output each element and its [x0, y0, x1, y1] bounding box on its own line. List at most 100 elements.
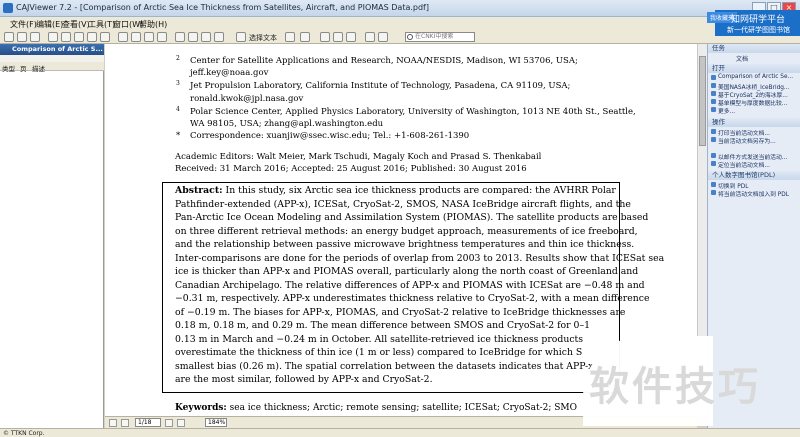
- page-number-field[interactable]: 1/18: [135, 418, 161, 427]
- select-text-label[interactable]: 选择文本: [249, 33, 277, 43]
- pdl-icon: [711, 182, 716, 187]
- bookmark-icon[interactable]: [378, 32, 388, 42]
- abstract-line: Canadian Archipelago. The relative diffe…: [175, 279, 645, 291]
- prev-page-button[interactable]: [121, 419, 129, 427]
- left-panel: Comparison of Arctic S... 类型 页 描述: [0, 44, 104, 428]
- affiliation-line: WA 98105, USA; zhang@apl.washington.edu: [190, 119, 384, 129]
- rotate-icon[interactable]: [175, 32, 185, 42]
- locate-document-link[interactable]: 定位当前活动文档...: [718, 160, 770, 169]
- add-pdl-icon: [711, 190, 716, 195]
- abstract-line: on three different retrieval methods: an…: [175, 225, 638, 237]
- abstract-line: of −0.19 m. The biases for APP-x, PIOMAS…: [175, 306, 626, 318]
- folder-icon: [711, 107, 716, 112]
- header-page[interactable]: 页: [20, 63, 27, 73]
- watermark-text: 软件技巧: [589, 364, 761, 410]
- affiliation-number: 4: [176, 106, 180, 113]
- received-dates: Received: 31 March 2016; Accepted: 25 Au…: [175, 164, 527, 174]
- last-page-button[interactable]: [177, 419, 185, 427]
- note-icon[interactable]: [214, 32, 224, 42]
- next-page-icon[interactable]: [144, 32, 154, 42]
- abstract-line: 0.13 m in March and −0.24 m in October. …: [175, 333, 584, 345]
- abstract-line: Abstract: In this study, six Arctic sea …: [175, 185, 616, 196]
- menu-tools[interactable]: 工具(T): [88, 19, 115, 30]
- prev-page-icon[interactable]: [131, 32, 141, 42]
- print-icon: [711, 129, 716, 134]
- title-bar: CAJViewer 7.2 - [Comparison of Arctic Se…: [0, 0, 800, 17]
- menu-edit[interactable]: 编辑(E): [36, 19, 63, 30]
- left-panel-toolbar: [0, 55, 104, 62]
- next-page-button[interactable]: [165, 419, 173, 427]
- first-page-icon[interactable]: [118, 32, 128, 42]
- fit-page-icon[interactable]: [100, 32, 110, 42]
- abstract-line: ice is thicker than APP-x and PIOMAS ove…: [175, 266, 639, 277]
- zoom-level-field[interactable]: 184%: [205, 418, 227, 427]
- last-page-icon[interactable]: [157, 32, 167, 42]
- app-icon: [3, 3, 13, 13]
- abstract-line: smallest bias (0.26 m). The spatial corr…: [175, 360, 594, 372]
- recent-document-link[interactable]: Comparison of Arctic Se...: [718, 74, 793, 80]
- affiliation-line: Center for Satellite Applications and Re…: [190, 56, 578, 66]
- affiliation-number: 2: [176, 55, 180, 62]
- document-icon: [711, 99, 716, 104]
- section-operations[interactable]: 操作: [708, 118, 800, 127]
- header-description[interactable]: 描述: [32, 63, 45, 73]
- snapshot-icon[interactable]: [285, 32, 295, 42]
- annotate-icon[interactable]: [188, 32, 198, 42]
- first-page-button[interactable]: [109, 419, 117, 427]
- section-open-documents[interactable]: 打开: [708, 64, 800, 73]
- affiliation-number: 3: [176, 80, 180, 87]
- abstract-line: and the relationship between passive mic…: [175, 239, 635, 250]
- annotation-list-header: 类型 页 描述: [0, 62, 104, 73]
- abstract-line: Pathfinder-extended (APP-x), ICESat, Cry…: [175, 198, 631, 210]
- academic-editors: Academic Editors: Walt Meier, Mark Tschu…: [175, 152, 542, 162]
- select-text-tool-icon[interactable]: [236, 32, 246, 42]
- email-icon: [711, 153, 716, 158]
- open-icon[interactable]: [4, 32, 14, 42]
- task-panel-tab-documents[interactable]: 文档: [736, 54, 748, 63]
- zoom-in-icon[interactable]: [74, 32, 84, 42]
- print-icon[interactable]: [30, 32, 40, 42]
- email-icon[interactable]: [48, 32, 58, 42]
- keywords-label: Keywords:: [175, 403, 227, 413]
- menu-help[interactable]: 帮助(H): [139, 19, 167, 30]
- single-page-icon[interactable]: [333, 32, 343, 42]
- abstract-line: −0.31 m, respectively. APP-x underestima…: [175, 293, 650, 304]
- highlight-icon[interactable]: [201, 32, 211, 42]
- abstract-line: overestimate the thickness of thin ice (…: [175, 347, 583, 358]
- affiliation-email: jeff.key@noaa.gov: [190, 68, 269, 78]
- promo-banner[interactable]: 我收藏夹 知网研学平台 新一代研学图图书馆: [707, 10, 800, 36]
- add-to-pdl-link[interactable]: 将当前活动文档加入到 PDL: [718, 189, 789, 198]
- search-icon: [407, 34, 413, 40]
- document-icon: [711, 91, 716, 96]
- correspondence-marker: *: [176, 131, 181, 141]
- save-icon[interactable]: [17, 32, 27, 42]
- ocr-icon[interactable]: [300, 32, 310, 42]
- abstract-line: are the most similar, followed by APP-x …: [175, 374, 433, 385]
- save-as-icon: [711, 137, 716, 142]
- document-icon: [711, 83, 716, 88]
- keywords-line: Keywords: sea ice thickness; Arctic; rem…: [175, 403, 577, 413]
- abstract-line: Inter-comparisons are done for the perio…: [175, 252, 665, 264]
- find-icon[interactable]: [365, 32, 375, 42]
- document-tab[interactable]: Comparison of Arctic S...: [0, 44, 104, 55]
- layout-icon[interactable]: [320, 32, 330, 42]
- task-panel-title: 任务: [708, 44, 800, 53]
- more-documents-link[interactable]: 更多...: [718, 106, 735, 115]
- save-as-link[interactable]: 当前活动文档另存为...: [718, 136, 776, 145]
- window-title: CAJViewer 7.2 - [Comparison of Arctic Se…: [16, 3, 429, 12]
- scroll-thumb[interactable]: [699, 56, 706, 146]
- watermark-overlay: 软件技巧: [583, 336, 788, 426]
- affiliation-line: Jet Propulsion Laboratory, California In…: [190, 81, 571, 91]
- promo-title: 知网研学平台: [731, 15, 786, 25]
- menu-file[interactable]: 文件(F): [10, 19, 37, 30]
- header-type[interactable]: 类型: [2, 63, 15, 73]
- affiliation-email: ronald.kwok@jpl.nasa.gov: [190, 94, 304, 104]
- section-personal-library[interactable]: 个人数字图书馆(PDL): [708, 171, 800, 180]
- cnki-search-input[interactable]: 在CNKI中搜索: [405, 32, 475, 42]
- zoom-out-icon[interactable]: [87, 32, 97, 42]
- promo-subtitle: 新一代研学图图书馆: [727, 26, 790, 34]
- menu-view[interactable]: 查看(V): [62, 19, 90, 30]
- abstract-line: 0.18 m, 0.18 m, and 0.29 m. The mean dif…: [175, 320, 591, 331]
- two-page-icon[interactable]: [346, 32, 356, 42]
- hand-tool-icon[interactable]: [61, 32, 71, 42]
